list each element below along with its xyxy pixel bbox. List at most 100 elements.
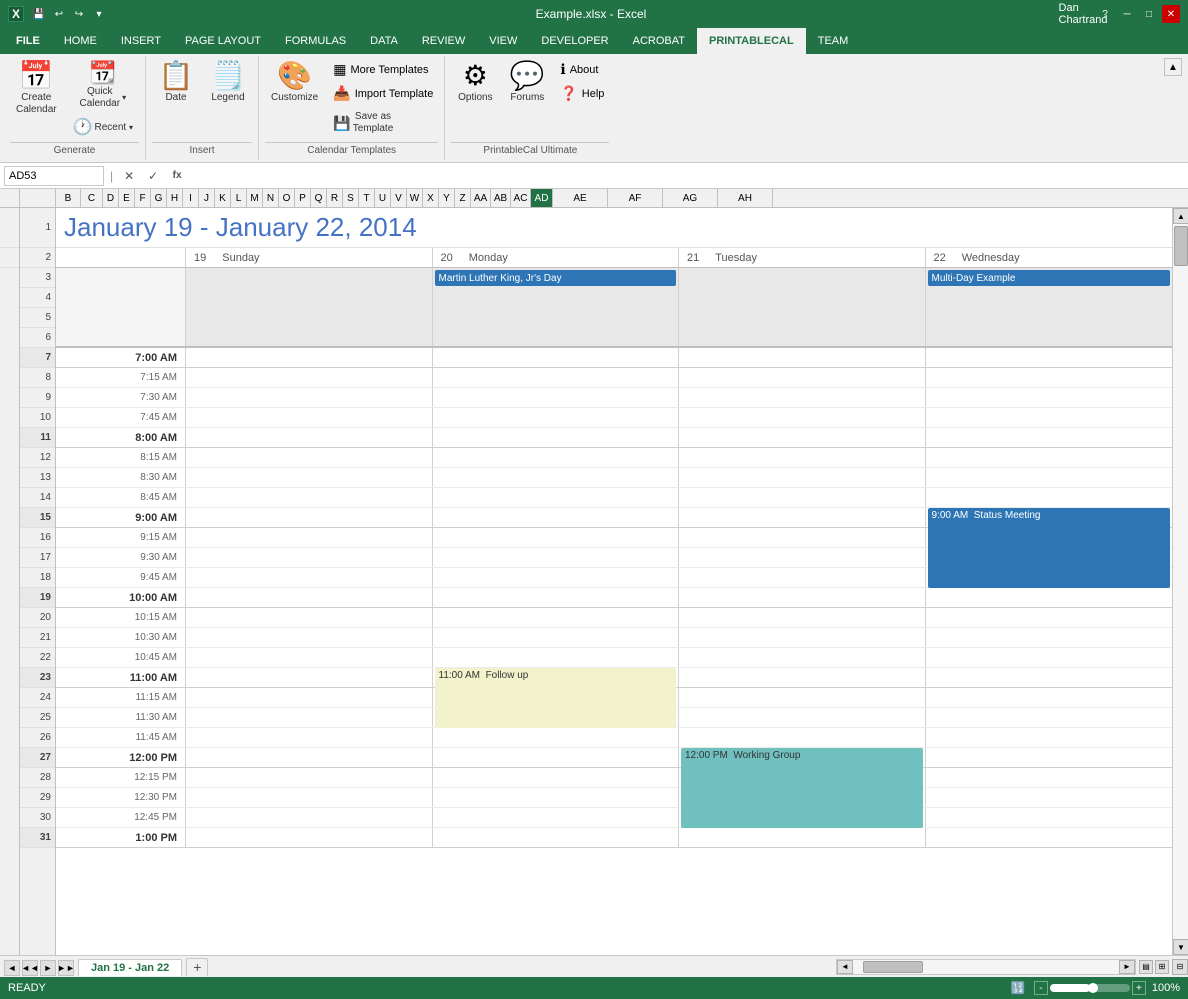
row-num-4[interactable]: 4	[20, 288, 55, 308]
col-header-f[interactable]: F	[135, 189, 151, 207]
time-1115-tue[interactable]	[679, 688, 926, 707]
time-800-sun[interactable]	[186, 428, 433, 447]
time-1030-sun[interactable]	[186, 628, 433, 647]
vertical-scrollbar[interactable]: ▲ ▼	[1172, 208, 1188, 955]
insert-function-btn[interactable]: fx	[167, 166, 187, 186]
time-730-mon[interactable]	[433, 388, 680, 407]
time-1100-tue[interactable]	[679, 668, 926, 687]
create-calendar-button[interactable]: 📅 CreateCalendar	[10, 58, 63, 120]
quick-calendar-button[interactable]: 📆 QuickCalendar ▾	[73, 58, 132, 114]
col-header-ae[interactable]: AE	[553, 189, 608, 207]
maximize-btn[interactable]: □	[1140, 5, 1158, 23]
scroll-right-btn[interactable]: ►	[1119, 960, 1135, 974]
time-830-mon[interactable]	[433, 468, 680, 487]
time-845-mon[interactable]	[433, 488, 680, 507]
col-header-h[interactable]: H	[167, 189, 183, 207]
row-num-28[interactable]: 28	[20, 768, 55, 788]
time-900-sun[interactable]	[186, 508, 433, 527]
h-scrollbar[interactable]: ◄ ►	[836, 959, 1136, 975]
about-button[interactable]: ℹ About	[555, 58, 609, 81]
time-1145-mon[interactable]	[433, 728, 680, 747]
col-header-n[interactable]: N	[263, 189, 279, 207]
time-745-sun[interactable]	[186, 408, 433, 427]
tab-page-layout[interactable]: PAGE LAYOUT	[173, 28, 273, 54]
row-select-2[interactable]	[0, 248, 19, 268]
scroll-thumb[interactable]	[1174, 226, 1188, 266]
time-1100-mon[interactable]: 11:00 AM Follow up	[433, 668, 680, 687]
time-1200-wed[interactable]	[926, 748, 1173, 767]
time-1045-mon[interactable]	[433, 648, 680, 667]
row-num-19[interactable]: 19	[20, 588, 55, 608]
time-1015-tue[interactable]	[679, 608, 926, 627]
time-945-tue[interactable]	[679, 568, 926, 587]
time-730-tue[interactable]	[679, 388, 926, 407]
time-815-mon[interactable]	[433, 448, 680, 467]
formula-input[interactable]	[191, 170, 1184, 182]
col-header-af[interactable]: AF	[608, 189, 663, 207]
next-sheet-btn[interactable]: ►	[40, 960, 56, 976]
time-915-mon[interactable]	[433, 528, 680, 547]
row-num-29[interactable]: 29	[20, 788, 55, 808]
time-100pm-tue[interactable]	[679, 828, 926, 847]
time-1015-sun[interactable]	[186, 608, 433, 627]
col-header-p[interactable]: P	[295, 189, 311, 207]
time-900-tue[interactable]	[679, 508, 926, 527]
time-1200-mon[interactable]	[433, 748, 680, 767]
time-700-wed[interactable]	[926, 348, 1173, 367]
more-templates-button[interactable]: ▦ More Templates	[328, 58, 438, 81]
time-1145-tue[interactable]	[679, 728, 926, 747]
row-num-11[interactable]: 11	[20, 428, 55, 448]
follow-up-event[interactable]: 11:00 AM Follow up	[435, 668, 677, 728]
customize-qa-btn[interactable]: ▾	[90, 5, 108, 23]
tab-view[interactable]: VIEW	[477, 28, 529, 54]
row-num-17[interactable]: 17	[20, 548, 55, 568]
time-1000-wed[interactable]	[926, 588, 1173, 607]
col-header-e[interactable]: E	[119, 189, 135, 207]
col-header-z[interactable]: Z	[455, 189, 471, 207]
time-1215-wed[interactable]	[926, 768, 1173, 787]
col-header-t[interactable]: T	[359, 189, 375, 207]
status-meeting-event[interactable]: 9:00 AM Status Meeting	[928, 508, 1171, 588]
tab-formulas[interactable]: FORMULAS	[273, 28, 358, 54]
time-1100-wed[interactable]	[926, 668, 1173, 687]
time-830-tue[interactable]	[679, 468, 926, 487]
time-800-tue[interactable]	[679, 428, 926, 447]
time-1115-sun[interactable]	[186, 688, 433, 707]
undo-btn[interactable]: ↩	[50, 5, 68, 23]
time-715-tue[interactable]	[679, 368, 926, 387]
row-num-3[interactable]: 3	[20, 268, 55, 288]
date-button[interactable]: 📋 Date	[152, 58, 200, 108]
row-select-1[interactable]	[0, 208, 19, 248]
col-header-aa[interactable]: AA	[471, 189, 491, 207]
time-1145-sun[interactable]	[186, 728, 433, 747]
multi-day-event[interactable]: Multi-Day Example	[928, 270, 1171, 286]
time-800-mon[interactable]	[433, 428, 680, 447]
add-sheet-btn[interactable]: +	[186, 958, 208, 976]
row-num-31[interactable]: 31	[20, 828, 55, 848]
time-815-wed[interactable]	[926, 448, 1173, 467]
name-box[interactable]	[4, 166, 104, 186]
col-header-q[interactable]: Q	[311, 189, 327, 207]
time-945-sun[interactable]	[186, 568, 433, 587]
col-header-ag[interactable]: AG	[663, 189, 718, 207]
time-815-sun[interactable]	[186, 448, 433, 467]
close-btn[interactable]: ✕	[1162, 5, 1180, 23]
time-1215-sun[interactable]	[186, 768, 433, 787]
col-header-ab[interactable]: AB	[491, 189, 511, 207]
row-num-10[interactable]: 10	[20, 408, 55, 428]
time-1215-mon[interactable]	[433, 768, 680, 787]
customize-button[interactable]: 🎨 Customize	[265, 58, 324, 108]
time-1145-wed[interactable]	[926, 728, 1173, 747]
time-1030-tue[interactable]	[679, 628, 926, 647]
time-845-sun[interactable]	[186, 488, 433, 507]
time-900-wed[interactable]: 9:00 AM Status Meeting	[926, 508, 1173, 527]
time-1200-sun[interactable]	[186, 748, 433, 767]
time-1115-wed[interactable]	[926, 688, 1173, 707]
row-num-9[interactable]: 9	[20, 388, 55, 408]
legend-button[interactable]: 🗒️ Legend	[204, 58, 252, 108]
tab-insert[interactable]: INSERT	[109, 28, 173, 54]
time-700-sun[interactable]	[186, 348, 433, 367]
row-num-15[interactable]: 15	[20, 508, 55, 528]
sheet-tab-jan19-jan22[interactable]: Jan 19 - Jan 22	[78, 959, 182, 976]
zoom-in-btn[interactable]: +	[1132, 981, 1146, 995]
